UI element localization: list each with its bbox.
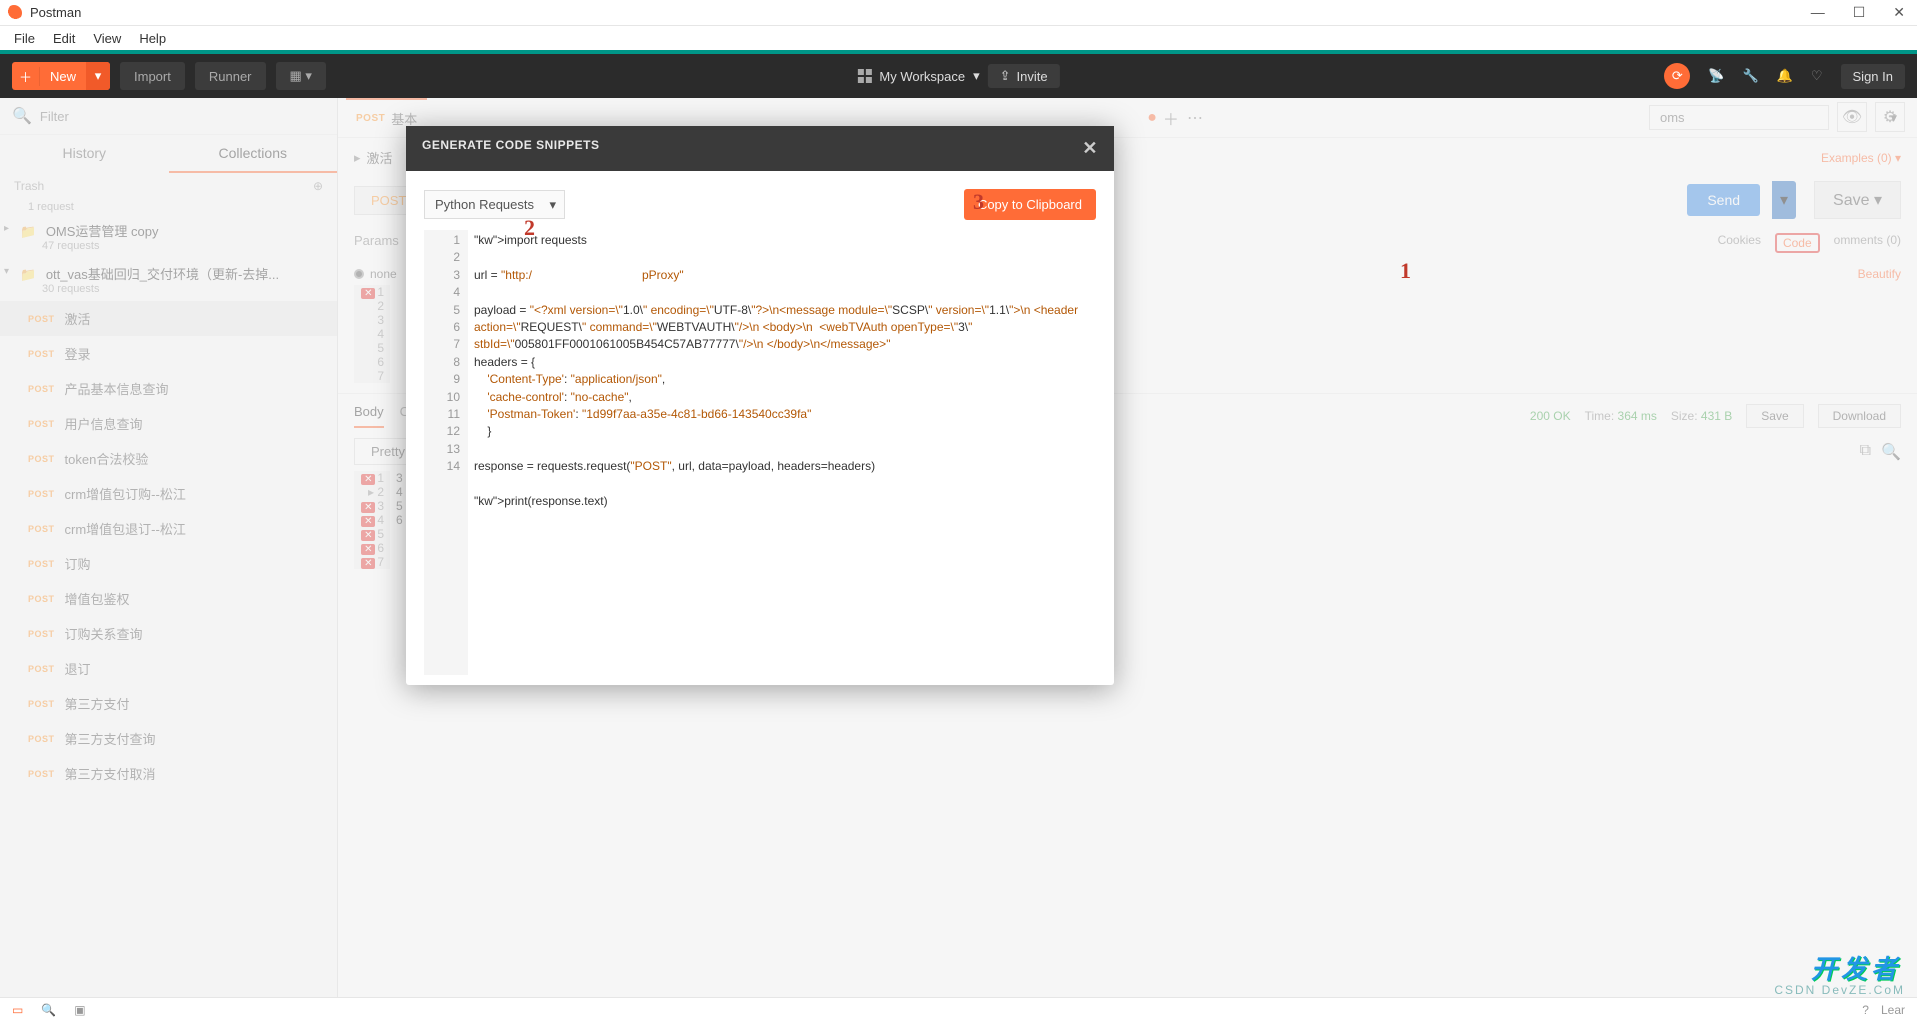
menu-file[interactable]: File xyxy=(14,31,35,46)
learn-link[interactable]: Lear xyxy=(1881,1003,1905,1017)
annotation-2: 2 xyxy=(524,215,535,241)
person-plus-icon: ⇪ xyxy=(1000,68,1011,84)
annotation-3: 3 xyxy=(973,189,984,215)
language-select[interactable]: Python Requests ▾ xyxy=(424,190,565,219)
window-layout-button[interactable]: ▦ ▾ xyxy=(276,62,326,90)
sidebar-toggle-icon[interactable]: ▭ xyxy=(12,1003,23,1017)
signin-button[interactable]: Sign In xyxy=(1841,64,1905,89)
chevron-down-icon: ▾ xyxy=(973,68,980,84)
heart-icon[interactable]: ♡ xyxy=(1811,68,1823,84)
plus-icon: ＋ xyxy=(12,67,40,86)
window-title: Postman xyxy=(30,5,81,20)
close-button[interactable]: ✕ xyxy=(1893,4,1905,21)
code-gutter: 1234567891011121314 xyxy=(424,230,468,675)
maximize-button[interactable]: ☐ xyxy=(1853,4,1866,21)
new-button[interactable]: ＋ New ▾ xyxy=(12,62,110,90)
modal-title: GENERATE CODE SNIPPETS xyxy=(422,138,599,159)
workspace-dropdown[interactable]: My Workspace ▾ xyxy=(857,68,979,84)
sync-icon[interactable]: ⟳ xyxy=(1664,63,1690,89)
status-bar: ▭ 🔍 ▣ ? Lear xyxy=(0,997,1917,1021)
import-button[interactable]: Import xyxy=(120,62,185,90)
annotation-1: 1 xyxy=(1400,258,1411,284)
runner-button[interactable]: Runner xyxy=(195,62,266,90)
menu-edit[interactable]: Edit xyxy=(53,31,75,46)
satellite-icon[interactable]: 📡 xyxy=(1708,68,1724,84)
close-modal-button[interactable]: ✕ xyxy=(1082,138,1098,159)
code-snippet-viewer[interactable]: "kw">import requests url = "http:/ pProx… xyxy=(468,230,1096,675)
bell-icon[interactable]: 🔔 xyxy=(1777,68,1793,84)
invite-button[interactable]: ⇪ Invite xyxy=(988,64,1060,88)
help-icon[interactable]: ? xyxy=(1862,1003,1869,1017)
console-icon[interactable]: ▣ xyxy=(74,1003,85,1017)
chevron-down-icon[interactable]: ▾ xyxy=(86,62,110,90)
postman-logo-icon xyxy=(6,5,22,21)
wrench-icon[interactable]: 🔧 xyxy=(1742,68,1758,84)
find-icon[interactable]: 🔍 xyxy=(41,1003,56,1017)
menu-help[interactable]: Help xyxy=(139,31,166,46)
generate-code-modal: GENERATE CODE SNIPPETS ✕ Python Requests… xyxy=(406,126,1114,685)
minimize-button[interactable]: — xyxy=(1811,4,1825,21)
grid-icon xyxy=(857,69,871,83)
chevron-down-icon: ▾ xyxy=(549,197,556,213)
menu-view[interactable]: View xyxy=(93,31,121,46)
